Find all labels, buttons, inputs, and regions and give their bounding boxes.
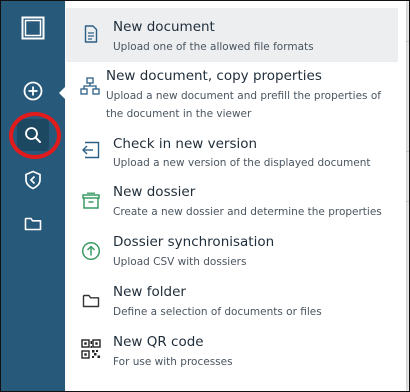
menu-item-title: New document [113, 19, 215, 35]
menu-item-title: New QR code [113, 334, 204, 350]
security-button[interactable] [17, 164, 49, 196]
check-in-icon [80, 139, 102, 161]
menu-item-description: Define a selection of documents or files [113, 306, 322, 318]
menu-item-description: Upload one of the allowed file formats [113, 41, 314, 53]
search-icon [25, 127, 41, 143]
menu-item-title: Check in new version [113, 136, 258, 152]
menu-item-title: New folder [113, 284, 186, 300]
add-circle-icon [23, 81, 43, 101]
document-icon [80, 23, 102, 45]
menu-pointer [59, 86, 66, 100]
menu-item-new-dossier[interactable]: New dossier Create a new dossier and det… [66, 177, 398, 227]
new-item-menu: New document Upload one of the allowed f… [66, 1, 406, 391]
menu-item-new-document-copy-properties[interactable]: New document, copy properties Upload a n… [66, 62, 398, 128]
menu-item-description: Upload CSV with dossiers [113, 256, 247, 268]
app-logo[interactable] [17, 12, 49, 44]
menu-item-description: Create a new dossier and determine the p… [113, 206, 382, 218]
add-button[interactable] [17, 75, 49, 107]
search-button[interactable] [17, 119, 49, 151]
sidebar [1, 1, 65, 391]
menu-item-description: Upload a new document and prefill the pr… [106, 90, 381, 120]
menu-item-description: For use with processes [113, 356, 233, 368]
menu-item-new-folder[interactable]: New folder Define a selection of documen… [66, 277, 398, 327]
folder-button[interactable] [17, 208, 49, 240]
folder-icon [24, 217, 42, 231]
app-window: New document Upload one of the allowed f… [0, 0, 410, 392]
menu-item-title: New document, copy properties [106, 68, 322, 84]
menu-item-dossier-synchronisation[interactable]: Dossier synchronisation Upload CSV with … [66, 227, 398, 277]
menu-item-new-document[interactable]: New document Upload one of the allowed f… [66, 8, 398, 62]
shield-icon [25, 170, 41, 190]
menu-item-new-qr-code[interactable]: New QR code For use with processes [66, 327, 398, 377]
menu-item-description: Upload a new version of the displayed do… [113, 157, 371, 169]
dossier-icon [80, 190, 102, 212]
menu-item-check-in-new-version[interactable]: Check in new version Upload a new versio… [66, 128, 398, 174]
folder-icon [80, 290, 102, 312]
hierarchy-icon [79, 75, 101, 97]
menu-item-title: Dossier synchronisation [113, 234, 275, 250]
logo-square-icon [21, 16, 45, 40]
menu-item-title: New dossier [113, 184, 196, 200]
qr-code-icon [80, 338, 102, 360]
sync-upload-icon [80, 240, 102, 262]
